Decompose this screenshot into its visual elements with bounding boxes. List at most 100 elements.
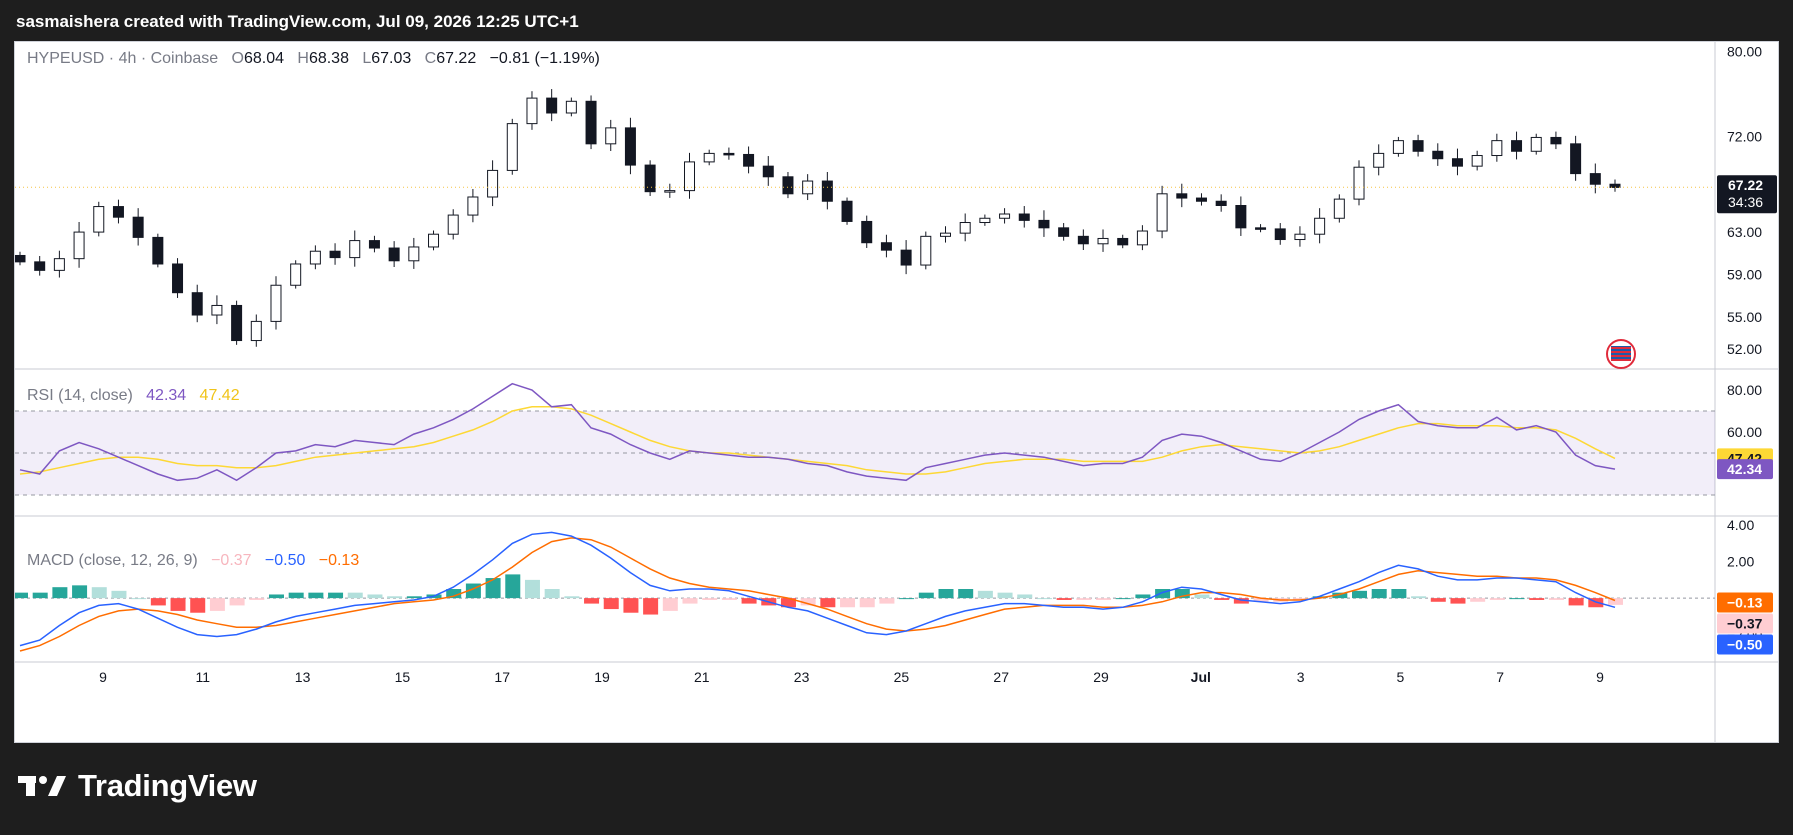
legend-symbol: HYPEUSD · 4h · Coinbase	[27, 50, 219, 67]
macd-histogram-bar	[741, 598, 757, 604]
candle-body	[841, 200, 853, 222]
macd-histogram-bar	[584, 598, 600, 604]
macd-histogram-bar	[91, 587, 107, 599]
macd-histogram-bar	[328, 592, 344, 599]
macd-histogram-bar	[1096, 598, 1112, 600]
candle-body	[329, 250, 341, 259]
macd-histogram-bar	[958, 589, 974, 599]
candle-body	[447, 214, 459, 235]
macd-histogram-bar	[485, 578, 501, 599]
candle-body	[1215, 200, 1227, 207]
macd-histogram-bar	[1115, 598, 1131, 600]
macd-histogram-bar	[1214, 598, 1230, 600]
candle-body	[1176, 193, 1188, 199]
candle-body	[939, 232, 951, 237]
candle-body	[1432, 150, 1444, 160]
macd-histogram-bar	[1470, 598, 1486, 602]
time-axis-tick: 25	[894, 669, 910, 685]
candle-body	[467, 196, 479, 216]
legend-open: 68.04	[243, 50, 285, 67]
candle-body	[506, 123, 518, 171]
candle-body	[1058, 227, 1070, 237]
candle-body	[487, 169, 499, 198]
candle-body	[408, 246, 420, 262]
macd-histogram-bar	[190, 598, 206, 613]
macd-histogram-bar	[643, 598, 659, 615]
candle-body	[585, 100, 597, 145]
candle-body	[1314, 217, 1326, 235]
macd-histogram-bar	[170, 598, 186, 611]
macd-histogram-bar	[1529, 598, 1545, 600]
macd-histogram-bar	[1450, 598, 1466, 604]
macd-signal-tag-value: −0.13	[1727, 594, 1763, 610]
macd-histogram-bar	[820, 598, 836, 608]
macd-histogram-bar	[840, 598, 856, 608]
time-axis-tick: 27	[993, 669, 1009, 685]
candle-body	[782, 176, 794, 195]
time-axis-tick: 9	[1596, 669, 1604, 685]
candle-body	[191, 292, 203, 316]
candle-body	[1195, 197, 1207, 202]
rsi-value: 42.34	[146, 387, 187, 404]
macd-histogram-bar	[111, 590, 127, 599]
candle-body	[703, 152, 715, 163]
candle-body	[1255, 227, 1267, 230]
macd-histogram-bar	[721, 598, 737, 600]
candle-body	[1471, 155, 1483, 167]
macd-histogram-bar	[879, 598, 895, 604]
macd-histogram-bar	[150, 598, 166, 606]
candle-body	[250, 320, 262, 342]
candle-body	[1589, 173, 1601, 185]
macd-histogram-bar	[387, 596, 403, 599]
rsi-axis-tick: 80.00	[1727, 382, 1762, 398]
rsi-title: RSI (14, close)	[27, 387, 133, 404]
price-legend: HYPEUSD · 4h · Coinbase O68.04 H68.38 L6…	[27, 50, 600, 68]
candle-body	[565, 100, 577, 114]
candle-body	[526, 97, 538, 125]
candle-body	[1373, 152, 1385, 168]
time-axis-tick: 7	[1496, 669, 1504, 685]
legend-change: −0.81 (−1.19%)	[489, 50, 600, 67]
candle-body	[1412, 140, 1424, 152]
macd-histogram-bar	[524, 579, 540, 599]
candle-body	[112, 206, 124, 218]
candle-body	[1274, 228, 1286, 241]
candle-body	[428, 233, 440, 248]
macd-histogram-bar	[131, 598, 147, 600]
macd-histogram-bar	[229, 598, 245, 606]
candle-body	[999, 213, 1011, 219]
candle-body	[1117, 237, 1129, 246]
price-axis-tick: 80.00	[1727, 43, 1762, 59]
macd-hist-tag-value: −0.37	[1727, 615, 1763, 631]
chart-canvas[interactable]: 80.0072.0063.0059.0055.0052.0067.2234:36…	[15, 42, 1779, 743]
candle-body	[1550, 136, 1562, 145]
macd-histogram-bar	[209, 598, 225, 611]
candle-body	[723, 152, 735, 156]
flag-icon-stripe	[1611, 355, 1631, 357]
candle-body	[821, 180, 833, 202]
candle-body	[624, 127, 636, 166]
macd-histogram-bar	[1135, 594, 1151, 599]
price-axis-tick: 63.00	[1727, 224, 1762, 240]
macd-histogram-bar	[702, 598, 718, 600]
candle-body	[743, 153, 755, 167]
candle-body	[53, 258, 65, 271]
macd-histogram-bar	[682, 598, 698, 604]
macd-histogram-bar	[899, 598, 915, 600]
macd-histogram-bar	[977, 590, 993, 599]
time-axis-tick: 11	[196, 669, 211, 685]
candle-body	[1392, 140, 1404, 154]
macd-histogram-bar	[918, 592, 934, 599]
macd-histogram-bar	[308, 592, 324, 599]
rsi-legend: RSI (14, close) 42.34 47.42	[27, 387, 240, 405]
macd-histogram-bar	[1371, 589, 1387, 599]
macd-histogram-bar	[268, 594, 284, 599]
price-axis-tick: 55.00	[1727, 309, 1762, 325]
chart-frame[interactable]: 80.00 72.00 63.00 59.00 55.00 52.00 67.22 34:36…	[14, 41, 1779, 743]
countdown-tag-value: 34:36	[1728, 194, 1763, 210]
candle-body	[1018, 213, 1030, 221]
candle-body	[1333, 198, 1345, 219]
candle-body	[861, 220, 873, 244]
time-axis-tick: 3	[1297, 669, 1305, 685]
candle-body	[1491, 140, 1503, 157]
